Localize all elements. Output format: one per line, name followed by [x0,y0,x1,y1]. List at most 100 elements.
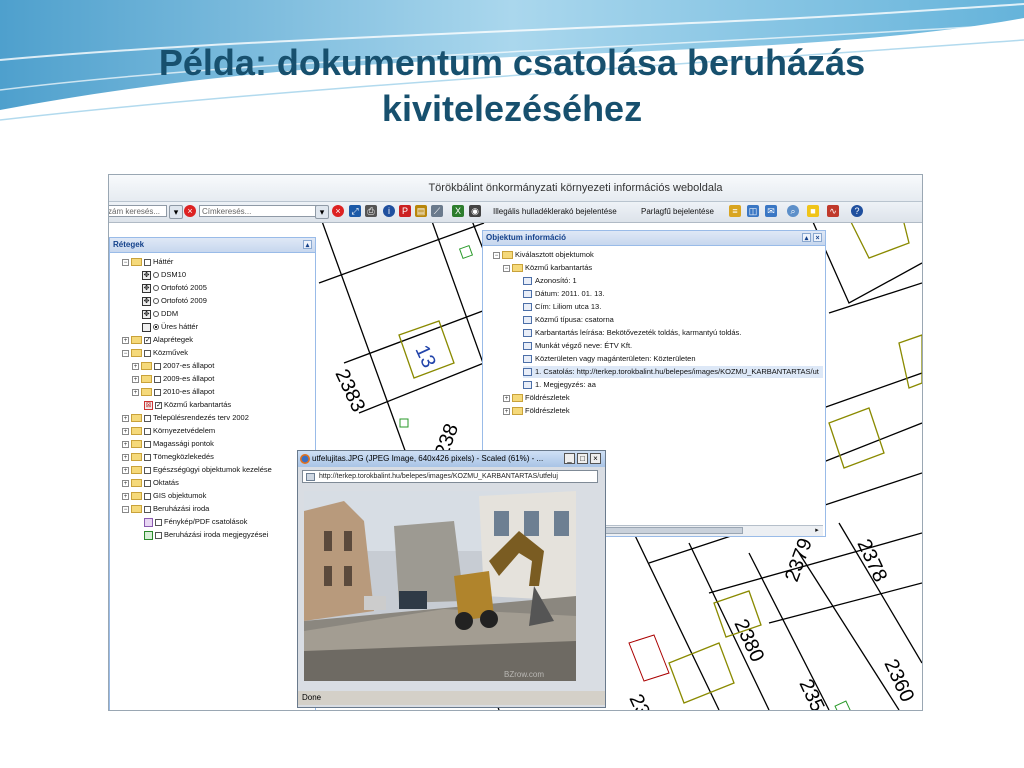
scroll-right-icon[interactable]: ▸ [813,527,821,535]
tag-search-input[interactable]: Címkeresés... [199,205,319,217]
layer-item[interactable]: ✥ Ortofotó 2009 [142,295,207,307]
search-icon[interactable]: ⌕ [787,205,799,217]
checkbox[interactable] [144,466,151,474]
expand-toggle-icon[interactable]: + [122,479,129,487]
layer-item[interactable]: − Háttér [122,256,173,268]
layer-item[interactable]: + ✓ Alaprétegek [122,334,193,346]
expand-toggle-icon[interactable]: + [122,440,129,448]
pdf-icon[interactable]: P [399,205,411,217]
tree-item[interactable]: Munkát végző neve: ÉTV Kft. [523,340,632,352]
layer-item[interactable]: Üres háttér [142,321,198,333]
highlight-icon[interactable]: ■ [807,205,819,217]
document-icon[interactable]: ▤ [415,205,427,217]
help-icon[interactable]: ? [851,205,863,217]
radio[interactable] [153,285,159,292]
collapse-toggle-icon[interactable]: − [122,349,129,357]
expand-toggle-icon[interactable]: + [122,414,129,422]
layer-item[interactable]: + Településrendezés terv 2002 [122,412,249,424]
illegal-dump-report-button[interactable]: Illegális hulladéklerakó bejelentése [493,205,617,218]
collapse-toggle-icon[interactable]: − [122,505,129,513]
expand-toggle-icon[interactable]: + [122,453,129,461]
layer-item[interactable]: + Egészségügyi objektumok kezelése [122,464,272,476]
chart-icon[interactable]: ∿ [827,205,839,217]
info-icon[interactable]: i [383,205,395,217]
collapse-toggle-icon[interactable]: − [493,251,500,259]
checkbox[interactable] [144,505,151,513]
expand-toggle-icon[interactable]: + [132,375,139,383]
checkbox[interactable] [154,362,161,370]
tree-item[interactable]: Dátum: 2011. 01. 13. [523,288,605,300]
checkbox[interactable] [144,427,151,435]
expand-toggle-icon[interactable]: + [132,388,139,396]
camera-icon[interactable]: ◉ [469,205,481,217]
spreadsheet-icon[interactable]: X [452,205,464,217]
layer-item[interactable]: + GIS objektumok [122,490,206,502]
tree-item[interactable]: Közterületen vagy magánterületen: Közter… [523,353,696,365]
layer-item[interactable]: − Közművek [122,347,188,359]
list-icon[interactable]: ≡ [729,205,741,217]
tree-item[interactable]: Cím: Liliom utca 13. [523,301,601,313]
expand-toggle-icon[interactable]: + [122,427,129,435]
layer-item[interactable]: ✥ Ortofotó 2005 [142,282,207,294]
collapse-toggle-icon[interactable]: − [122,258,129,266]
layer-item[interactable]: ⊠ ✓ Közmű karbantartás [144,399,231,411]
layer-item[interactable]: ✥ DDM [142,308,178,320]
cancel-icon[interactable]: × [332,205,344,217]
mail-icon[interactable]: ✉ [765,205,777,217]
close-button[interactable]: × [590,453,601,464]
layer-item[interactable]: +2007-es állapot [132,360,214,372]
layer-item[interactable]: − Beruházási iroda [122,503,209,515]
tree-item-attachment-link[interactable]: 1. Csatolás: http://terkep.torokbalint.h… [523,366,823,378]
maximize-button[interactable]: □ [577,453,588,464]
radio[interactable] [153,298,159,305]
checkbox[interactable] [155,518,162,526]
radio-selected[interactable] [153,324,159,331]
tree-item[interactable]: Azonosító: 1 [523,275,577,287]
checkbox[interactable] [154,388,161,396]
layer-item[interactable]: Fénykép/PDF csatolások [144,516,247,528]
address-search-input[interactable]: zám keresés... [109,205,167,217]
expand-toggle-icon[interactable]: + [132,362,139,370]
collapse-icon[interactable]: ▴ [303,240,312,249]
tree-item[interactable]: Közmű típusa: csatorna [523,314,614,326]
expand-toggle-icon[interactable]: + [503,407,510,415]
print-icon[interactable]: ⎙ [365,205,377,217]
tree-item[interactable]: Karbantartás leírása: Bekötővezeték told… [523,327,741,339]
expand-toggle-icon[interactable]: + [503,394,510,402]
tree-item[interactable]: 1. Megjegyzés: aa [523,379,596,391]
expand-toggle-icon[interactable]: + [122,466,129,474]
checkbox[interactable] [154,375,161,383]
collapse-icon[interactable]: ▴ [802,233,811,242]
checkbox[interactable] [144,453,151,461]
checkbox[interactable] [144,349,151,357]
checkbox[interactable] [144,414,151,422]
close-icon[interactable]: × [813,233,822,242]
layer-item[interactable]: Beruházási iroda megjegyzései [144,529,268,541]
layer-item[interactable]: +2009-es állapot [132,373,214,385]
checkbox[interactable] [144,479,151,487]
layer-item[interactable]: ✥ DSM10 [142,269,186,281]
checkbox[interactable] [144,440,151,448]
layer-item[interactable]: + Környezetvédelem [122,425,215,437]
tree-item[interactable]: − Kiválasztott objektumok [493,249,594,261]
layer-item[interactable]: +2010-es állapot [132,386,214,398]
tree-item[interactable]: + Földrészletek [503,405,570,417]
layer-item[interactable]: + Oktatás [122,477,179,489]
radio[interactable] [153,272,159,279]
ragweed-report-button[interactable]: Parlagfű bejelentése [641,205,714,218]
minimize-button[interactable]: _ [564,453,575,464]
address-bar[interactable]: http://terkep.torokbalint.hu/belepes/ima… [302,470,598,483]
address-search-dropdown-icon[interactable]: ▾ [169,205,183,219]
checkbox-checked[interactable]: ✓ [155,401,162,409]
collapse-toggle-icon[interactable]: − [503,264,510,272]
checkbox[interactable] [144,258,151,266]
radio[interactable] [153,311,159,318]
layer-item[interactable]: + Magassági pontok [122,438,214,450]
layers-icon[interactable]: ◫ [747,205,759,217]
checkbox[interactable] [144,492,151,500]
clear-icon[interactable]: × [184,205,196,217]
measure-icon[interactable]: ⟋ [431,205,443,217]
expand-toggle-icon[interactable]: + [122,492,129,500]
expand-toggle-icon[interactable]: + [122,336,129,344]
tree-item[interactable]: + Földrészletek [503,392,570,404]
